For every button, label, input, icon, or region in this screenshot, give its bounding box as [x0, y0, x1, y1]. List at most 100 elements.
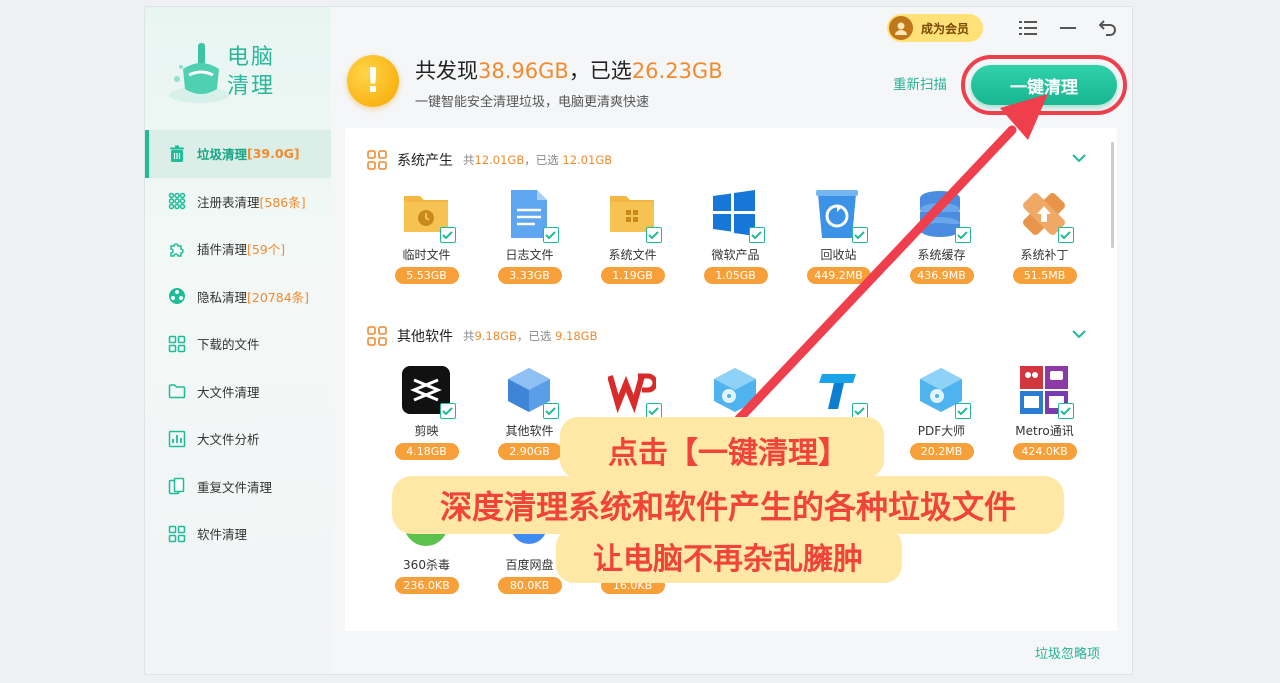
checkbox[interactable] [954, 227, 971, 243]
summary-mid: ，已选 [568, 59, 632, 83]
list-item[interactable]: 微软产品 1.05GB [684, 190, 787, 284]
size-badge: 1.19GB [600, 267, 665, 284]
sidebar-item-count: [39.0G] [247, 146, 300, 162]
section-title: 系统产生 [397, 153, 453, 169]
checkbox[interactable] [542, 403, 559, 419]
sidebar-item-junk-clean[interactable]: 垃圾清理 [39.0G] [145, 130, 331, 178]
checkbox[interactable] [542, 227, 559, 243]
list-item[interactable]: 系统文件 1.19GB [581, 190, 684, 284]
list-item[interactable]: 系统缓存 436.9MB [890, 190, 993, 284]
back-icon[interactable] [1097, 17, 1119, 39]
folder-icon [167, 381, 187, 401]
log-file-icon [505, 190, 559, 243]
checkbox[interactable] [439, 403, 456, 419]
metro-icon [1019, 366, 1074, 419]
sidebar-item-label: 隐私清理 [197, 289, 248, 305]
sidebar-item-plugin-clean[interactable]: 插件清理 [59个] [145, 225, 331, 273]
temp-folder-icon [402, 190, 456, 243]
minimize-icon[interactable] [1057, 17, 1079, 39]
patch-icon [1020, 190, 1074, 243]
item-label: 系统缓存 [917, 248, 966, 262]
size-badge: 436.9MB [909, 267, 974, 284]
caption-line3: 让电脑不再杂乱臃肿 [593, 542, 863, 577]
sidebar-item-label: 垃圾清理 [197, 147, 248, 163]
duplicate-icon [167, 476, 187, 496]
section-grid-icon [367, 326, 387, 346]
menu-icon[interactable] [1017, 17, 1039, 39]
item-label: 系统文件 [608, 248, 657, 262]
selected-size: 26.23GB [631, 59, 723, 83]
checkbox[interactable] [851, 227, 868, 243]
section-title: 其他软件 [397, 329, 453, 345]
scrollbar[interactable] [1111, 142, 1114, 248]
section-meta: 共12.01GB，已选 12.01GB [463, 152, 612, 168]
list-item[interactable]: 日志文件 3.33GB [478, 190, 581, 284]
checkbox[interactable] [645, 227, 662, 243]
section-grid-icon [367, 150, 387, 170]
summary-subtitle: 一键智能安全清理垃圾，电脑更清爽快速 [415, 95, 650, 110]
section-meta: 共9.18GB，已选 9.18GB [463, 328, 597, 344]
item-label: 回收站 [820, 248, 857, 262]
rescan-link[interactable]: 重新扫描 [893, 73, 947, 93]
section-meta-total: 9.18GB [474, 329, 517, 343]
plugin-icon [167, 239, 187, 259]
section-meta-total: 12.01GB [474, 153, 525, 167]
section-header-system: 系统产生 共12.01GB，已选 12.01GB [367, 150, 612, 170]
app-title: 电脑 清理 [227, 43, 275, 101]
summary-prefix: 共发现 [415, 59, 478, 83]
windows-icon [711, 190, 765, 243]
list-item[interactable]: 系统补丁 51.5MB [993, 190, 1096, 284]
app-title-line1: 电脑 [227, 45, 276, 70]
size-badge: 80.0KB [497, 577, 562, 594]
vip-label: 成为会员 [921, 21, 970, 36]
section-meta-selected-label: ，已选 [516, 329, 552, 343]
chevron-down-icon[interactable] [1071, 150, 1087, 166]
sidebar-item-privacy-clean[interactable]: 隐私清理 [20784条] [145, 273, 331, 321]
system-folder-icon [608, 190, 662, 243]
section-meta-selected: 9.18GB [555, 329, 598, 343]
chart-icon [167, 429, 187, 449]
sidebar-item-count: [20784条] [247, 289, 310, 305]
size-badge: 449.2MB [806, 267, 871, 284]
capcut-icon [401, 366, 456, 419]
section-meta-total-label: 共 [463, 153, 475, 167]
section-meta-total-label: 共 [463, 329, 475, 343]
list-item[interactable]: 临时文件 5.53GB [375, 190, 478, 284]
sidebar-item-registry-clean[interactable]: 注册表清理 [586条] [145, 178, 331, 226]
checkbox[interactable] [748, 227, 765, 243]
section-meta-selected-label: ，已选 [524, 153, 559, 167]
sidebar-item-duplicate-clean[interactable]: 重复文件清理 [145, 463, 331, 511]
ignore-list-link[interactable]: 垃圾忽略项 [1035, 643, 1100, 662]
sidebar-item-large-file-analysis[interactable]: 大文件分析 [145, 415, 331, 463]
wps-icon [606, 366, 662, 419]
vip-button[interactable]: 成为会员 [887, 14, 983, 42]
sidebar-item-count: [586条] [259, 194, 306, 210]
window-controls [1017, 17, 1119, 39]
sidebar: 电脑 清理 垃圾清理[39.0G] 注册表清理[586条] 插件清理[59 [145, 7, 331, 674]
size-badge: 5.53GB [394, 267, 459, 284]
sidebar-item-label: 注册表清理 [197, 194, 260, 210]
t-app-icon [814, 366, 868, 419]
caption-line1: 点击【一键清理】 [608, 436, 848, 471]
other-software-icon [505, 366, 559, 419]
size-badge: 1.05GB [703, 267, 768, 284]
list-item[interactable]: 回收站 449.2MB [787, 190, 890, 284]
section-grid-system: 临时文件 5.53GB 日志文件 3.33GB 系统文件 1.19GB 微软产品… [375, 190, 1096, 284]
found-size: 38.96GB [478, 59, 569, 83]
chevron-down-icon[interactable] [1071, 326, 1087, 342]
item-label: 微软产品 [711, 248, 760, 262]
section-header-software: 其他软件 共9.18GB，已选 9.18GB [367, 326, 597, 346]
item-label: 临时文件 [402, 248, 451, 262]
privacy-icon [167, 286, 187, 306]
sidebar-item-software-clean[interactable]: 软件清理 [145, 510, 331, 558]
sidebar-item-large-file-clean[interactable]: 大文件清理 [145, 368, 331, 416]
app-title-line2: 清理 [227, 74, 276, 99]
item-label: 日志文件 [505, 248, 554, 262]
size-badge: 236.0KB [394, 577, 459, 594]
checkbox[interactable] [439, 227, 456, 243]
item-label: 系统补丁 [1020, 248, 1069, 262]
checkbox[interactable] [1057, 227, 1074, 243]
checkbox[interactable] [1057, 403, 1074, 419]
checkbox[interactable] [954, 403, 971, 419]
sidebar-item-downloads[interactable]: 下载的文件 [145, 320, 331, 368]
